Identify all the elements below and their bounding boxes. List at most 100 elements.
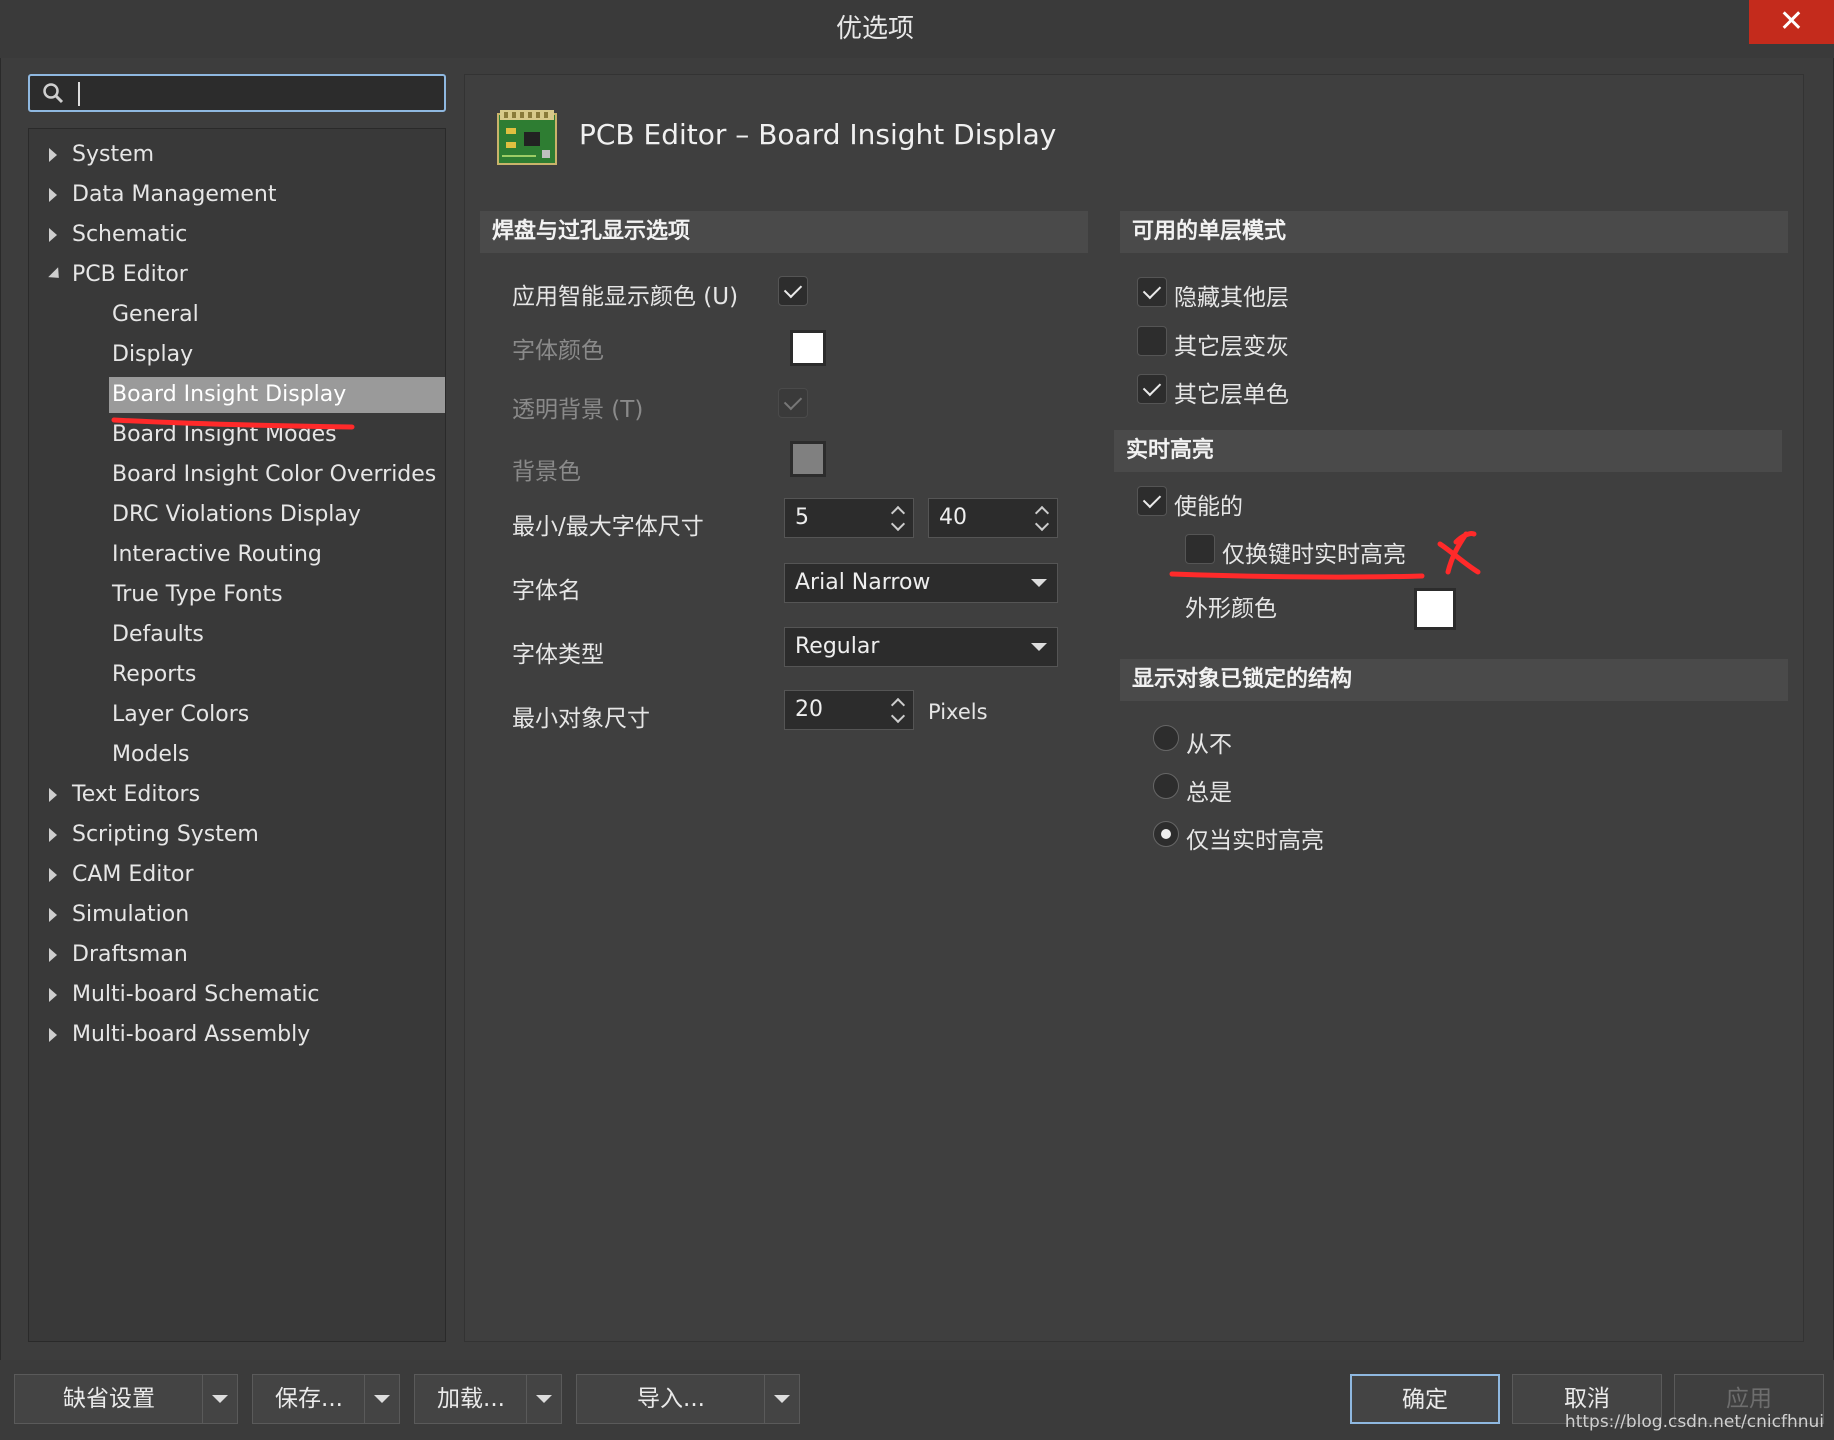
tree-item[interactable]: Schematic <box>29 217 445 253</box>
tree-item[interactable]: Models <box>109 737 445 773</box>
tree-item-label: Data Management <box>72 182 277 207</box>
tree-item[interactable]: Text Editors <box>29 777 445 813</box>
collapsed-arrow-icon[interactable] <box>49 188 57 202</box>
min-object-label: 最小对象尺寸 <box>512 706 650 732</box>
tree-item-label: Interactive Routing <box>112 542 322 567</box>
min-object-value: 20 <box>795 697 823 722</box>
font-color-swatch[interactable] <box>790 330 826 366</box>
tree-item[interactable]: Display <box>109 337 445 373</box>
chevron-down-icon[interactable] <box>764 1375 799 1423</box>
tree-item-label: General <box>112 302 199 327</box>
tree-item[interactable]: System <box>29 137 445 173</box>
search-input[interactable] <box>82 78 436 110</box>
section-live-highlight: 实时高亮 <box>1114 430 1782 472</box>
search-icon <box>43 83 64 104</box>
min-font-size-input[interactable]: 5 <box>784 498 914 538</box>
smart-color-label: 应用智能显示颜色 (U) <box>512 284 739 310</box>
gray-others-checkbox[interactable] <box>1137 326 1167 356</box>
collapsed-arrow-icon[interactable] <box>49 868 57 882</box>
collapsed-arrow-icon[interactable] <box>49 228 57 242</box>
tree-item[interactable]: Reports <box>109 657 445 693</box>
chevron-down-icon <box>1031 579 1047 587</box>
tree-item[interactable]: Data Management <box>29 177 445 213</box>
tree-item[interactable]: Interactive Routing <box>109 537 445 573</box>
live-highlight-enabled-label: 使能的 <box>1174 494 1243 520</box>
font-type-select[interactable]: Regular <box>784 627 1058 667</box>
bg-color-label: 背景色 <box>512 459 581 485</box>
tree-item[interactable]: Layer Colors <box>109 697 445 733</box>
collapsed-arrow-icon[interactable] <box>49 988 57 1002</box>
min-object-input[interactable]: 20 <box>784 690 914 730</box>
search-box[interactable] <box>28 74 446 112</box>
radio-never-label: 从不 <box>1186 732 1232 758</box>
tree-item-label: Multi-board Assembly <box>72 1022 311 1047</box>
font-type-label: 字体类型 <box>512 642 604 668</box>
tree-item[interactable]: Draftsman <box>29 937 445 973</box>
shift-only-checkbox[interactable] <box>1185 534 1215 564</box>
collapsed-arrow-icon[interactable] <box>49 908 57 922</box>
font-name-value: Arial Narrow <box>795 570 931 595</box>
tree-item[interactable]: Multi-board Assembly <box>29 1017 445 1053</box>
tree-item-label: Schematic <box>72 222 188 247</box>
spin-down-icon[interactable] <box>890 516 906 532</box>
radio-live-only[interactable] <box>1153 821 1179 847</box>
outline-color-swatch[interactable] <box>1414 588 1456 630</box>
mono-others-label: 其它层单色 <box>1174 382 1289 408</box>
defaults-button[interactable]: 缺省设置 <box>14 1374 238 1424</box>
tree-item[interactable]: PCB Editor <box>29 257 445 293</box>
font-size-label: 最小/最大字体尺寸 <box>512 514 704 540</box>
font-type-value: Regular <box>795 634 880 659</box>
mono-others-checkbox[interactable] <box>1137 374 1167 404</box>
watermark: https://blog.csdn.net/cnicfhnui <box>1564 1412 1824 1432</box>
radio-never[interactable] <box>1153 725 1179 751</box>
tree-item[interactable]: Simulation <box>29 897 445 933</box>
collapsed-arrow-icon[interactable] <box>49 1028 57 1042</box>
tree-item[interactable]: CAM Editor <box>29 857 445 893</box>
font-name-label: 字体名 <box>512 578 581 604</box>
save-button-label: 保存... <box>275 1386 343 1412</box>
tree-item[interactable]: Board Insight Modes <box>109 417 445 453</box>
tree-item-label: DRC Violations Display <box>112 502 361 527</box>
import-button[interactable]: 导入... <box>576 1374 800 1424</box>
save-button[interactable]: 保存... <box>252 1374 400 1424</box>
tree-item-label: Layer Colors <box>112 702 250 727</box>
chevron-down-icon <box>1031 643 1047 651</box>
tree-item[interactable]: Board Insight Color Overrides <box>109 457 445 493</box>
bg-color-swatch[interactable] <box>790 441 826 477</box>
tree-item-label: Multi-board Schematic <box>72 982 320 1007</box>
window-title: 优选项 <box>835 14 914 44</box>
spin-down-icon[interactable] <box>890 708 906 724</box>
tree-item[interactable]: Multi-board Schematic <box>29 977 445 1013</box>
collapsed-arrow-icon[interactable] <box>49 148 57 162</box>
spin-down-icon[interactable] <box>1034 516 1050 532</box>
ok-button[interactable]: 确定 <box>1350 1374 1500 1424</box>
tree-item[interactable]: Defaults <box>109 617 445 653</box>
max-font-size-value: 40 <box>939 505 967 530</box>
transparent-bg-checkbox[interactable] <box>778 388 808 418</box>
tree-item[interactable]: True Type Fonts <box>109 577 445 613</box>
defaults-button-label: 缺省设置 <box>63 1386 155 1412</box>
max-font-size-input[interactable]: 40 <box>928 498 1058 538</box>
tree-item[interactable]: DRC Violations Display <box>109 497 445 533</box>
settings-pane <box>464 74 1804 1342</box>
chevron-down-icon[interactable] <box>526 1375 561 1423</box>
expanded-arrow-icon[interactable] <box>48 267 64 283</box>
collapsed-arrow-icon[interactable] <box>49 948 57 962</box>
hide-others-checkbox[interactable] <box>1137 277 1167 307</box>
radio-always[interactable] <box>1153 773 1179 799</box>
tree-item[interactable]: General <box>109 297 445 333</box>
close-button[interactable]: ✕ <box>1749 0 1834 44</box>
live-highlight-enabled-checkbox[interactable] <box>1137 486 1167 516</box>
chevron-down-icon[interactable] <box>202 1375 237 1423</box>
collapsed-arrow-icon[interactable] <box>49 788 57 802</box>
font-name-select[interactable]: Arial Narrow <box>784 563 1058 603</box>
tree-item[interactable]: Scripting System <box>29 817 445 853</box>
category-tree[interactable]: System Data Management Schematic PCB Editor… <box>28 128 446 1342</box>
collapsed-arrow-icon[interactable] <box>49 828 57 842</box>
smart-color-checkbox[interactable] <box>778 276 808 306</box>
tree-item[interactable]: Board Insight Display <box>109 377 445 413</box>
section-pad-via: 焊盘与过孔显示选项 <box>480 211 1088 253</box>
section-single-layer: 可用的单层模式 <box>1120 211 1788 253</box>
chevron-down-icon[interactable] <box>364 1375 399 1423</box>
load-button[interactable]: 加载... <box>414 1374 562 1424</box>
